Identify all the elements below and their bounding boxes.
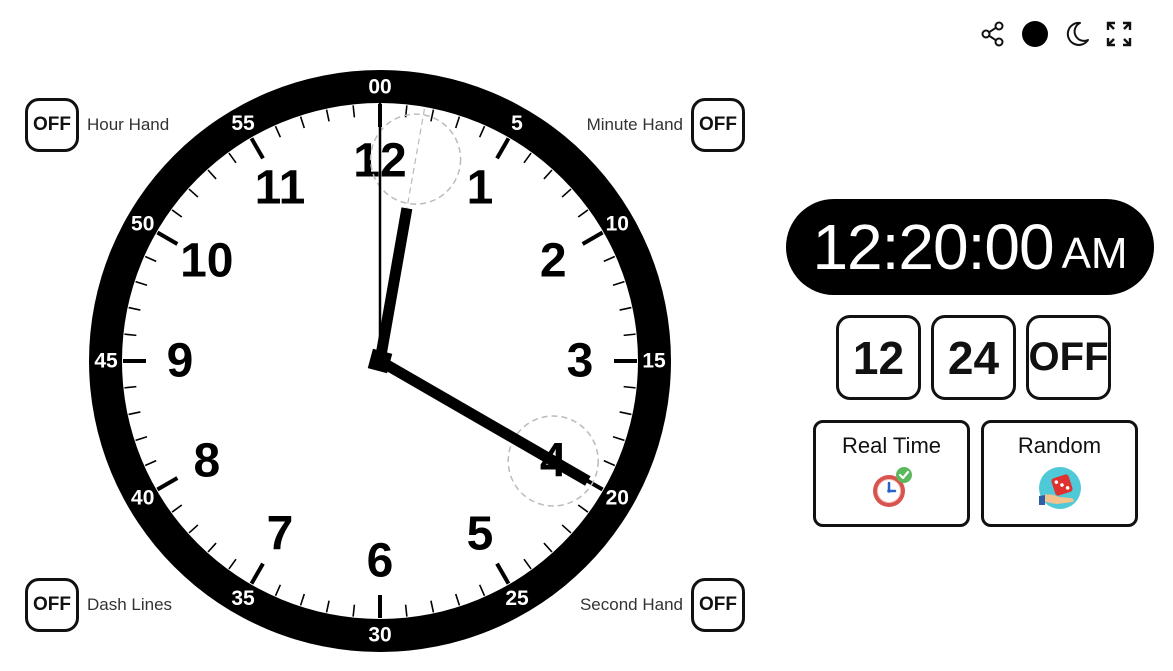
hour-number: 2 (540, 235, 567, 288)
minute-label: 50 (131, 213, 154, 236)
theme-dot-icon[interactable] (1019, 18, 1051, 50)
hour-number: 1 (467, 161, 494, 214)
minute-label: 55 (231, 112, 255, 135)
real-time-button[interactable]: Real Time (813, 420, 970, 527)
digital-ampm: AM (1061, 229, 1128, 278)
minute-hand-toggle[interactable]: OFF (691, 98, 745, 152)
minute-label: 5 (511, 112, 523, 135)
digital-time: 12:20:00 (812, 211, 1054, 283)
minute-label: 25 (505, 587, 529, 610)
format-off-button[interactable]: OFF (1026, 315, 1111, 400)
minute-label: 45 (94, 350, 118, 373)
minute-label: 10 (606, 213, 629, 236)
analog-clock[interactable]: 00510152025303540455055121234567891011 (88, 68, 672, 658)
minute-label: 00 (368, 76, 391, 99)
hour-number: 9 (167, 335, 194, 388)
clock-check-icon (869, 465, 915, 516)
dash-lines-toggle[interactable]: OFF (25, 578, 79, 632)
digital-time-display: 12:20:00 AM (786, 199, 1154, 295)
analog-clock-face[interactable]: 00510152025303540455055121234567891011 (88, 68, 672, 658)
minute-label: 15 (642, 350, 666, 373)
hour-number: 10 (180, 235, 233, 288)
dice-hand-icon (1037, 465, 1083, 516)
minute-label: 40 (131, 487, 154, 510)
hour-number: 7 (267, 508, 294, 561)
hour-number: 3 (567, 335, 594, 388)
toolbar (977, 18, 1135, 50)
hour-hand-toggle[interactable]: OFF (25, 98, 79, 152)
mode-buttons: Real Time Random (813, 420, 1138, 527)
dark-mode-moon-icon[interactable] (1061, 18, 1093, 50)
format-buttons: 12 24 OFF (836, 315, 1111, 400)
hour-number: 11 (255, 161, 306, 214)
minute-label: 20 (606, 487, 629, 510)
random-label: Random (1017, 433, 1102, 458)
format-24-button[interactable]: 24 (931, 315, 1016, 400)
format-12-button[interactable]: 12 (836, 315, 921, 400)
hour-number: 8 (193, 435, 220, 488)
hour-number: 5 (467, 508, 494, 561)
random-button[interactable]: Random (981, 420, 1138, 527)
fullscreen-icon[interactable] (1103, 18, 1135, 50)
minute-label: 35 (231, 587, 255, 610)
real-time-label: Real Time (841, 433, 942, 458)
hour-number: 6 (367, 535, 394, 588)
second-hand-toggle[interactable]: OFF (691, 578, 745, 632)
minute-label: 30 (368, 624, 391, 647)
share-icon[interactable] (977, 18, 1009, 50)
